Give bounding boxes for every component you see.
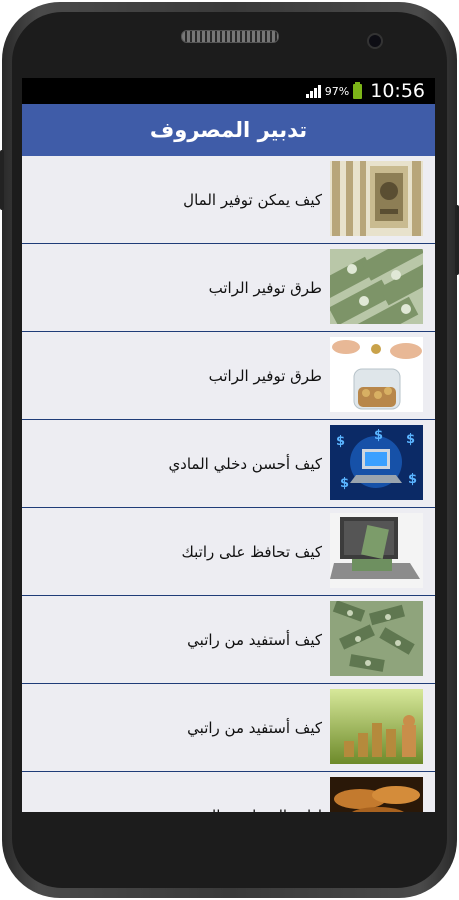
power-button bbox=[455, 205, 459, 275]
list-item[interactable]: طرق توفير الراتب bbox=[22, 332, 435, 420]
item-label: طرق توفير الراتب bbox=[208, 367, 322, 385]
laptop-dollars-icon: $ $ $ $ $ bbox=[330, 425, 423, 500]
list-item[interactable]: كيف تحافظ على راتبك bbox=[22, 508, 435, 596]
svg-text:$: $ bbox=[406, 432, 415, 447]
screen: 97% 10:56 تدبير المصروف كيف يمكن توفير ا… bbox=[22, 78, 435, 812]
coin-stacks-icon bbox=[330, 689, 423, 764]
list-item[interactable]: طرق توفير الراتب bbox=[22, 244, 435, 332]
svg-text:$: $ bbox=[408, 472, 417, 487]
item-label: كيف أستفيد من راتبي bbox=[187, 719, 322, 737]
dollar-bills-pile-icon bbox=[330, 249, 423, 324]
list-item[interactable]: كيف أستفيد من راتبي bbox=[22, 596, 435, 684]
dollar-bills-stack-icon bbox=[330, 161, 423, 236]
svg-text:$: $ bbox=[340, 476, 349, 491]
app-title: تدبير المصروف bbox=[149, 118, 308, 142]
list-item[interactable]: $ $ $ $ $ كيف أحسن دخلي المادي bbox=[22, 420, 435, 508]
clock: 10:56 bbox=[370, 80, 425, 102]
status-bar: 97% 10:56 bbox=[22, 78, 435, 104]
coin-jar-icon bbox=[330, 337, 423, 412]
svg-text:$: $ bbox=[374, 428, 383, 443]
item-label: كيف تحافظ على راتبك bbox=[181, 543, 322, 561]
svg-text:$: $ bbox=[336, 434, 345, 449]
laptop-cash-icon bbox=[330, 513, 423, 588]
money-pile-icon bbox=[330, 601, 423, 676]
item-label: كيف أحسن دخلي المادي bbox=[168, 455, 322, 473]
signal-icon bbox=[305, 84, 321, 98]
item-label: كيف يمكن توفير المال bbox=[183, 191, 322, 209]
list-item[interactable]: كيف يمكن توفير المال bbox=[22, 156, 435, 244]
battery-percent: 97% bbox=[324, 84, 350, 98]
item-label: إدارة المصاريف الشهرية bbox=[171, 772, 322, 812]
volume-button bbox=[0, 150, 4, 210]
item-label: كيف أستفيد من راتبي bbox=[187, 631, 322, 649]
app-bar: تدبير المصروف bbox=[22, 104, 435, 156]
list-item[interactable]: كيف أستفيد من راتبي bbox=[22, 684, 435, 772]
coins-closeup-icon bbox=[330, 777, 423, 812]
front-camera bbox=[367, 33, 383, 49]
article-list[interactable]: كيف يمكن توفير المال طرق توفير الراتب طر… bbox=[22, 156, 435, 812]
earpiece-speaker bbox=[181, 30, 279, 43]
battery-icon bbox=[353, 81, 363, 99]
item-label: طرق توفير الراتب bbox=[208, 279, 322, 297]
list-item[interactable]: إدارة المصاريف الشهرية bbox=[22, 772, 435, 812]
